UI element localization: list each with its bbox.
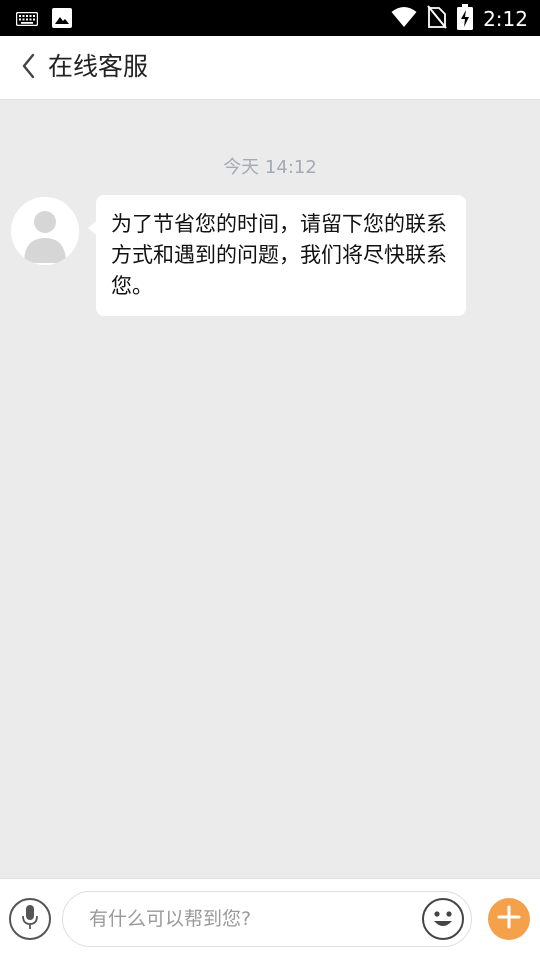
message-timestamp: 今天 14:12 <box>223 157 317 178</box>
status-time: 2:12 <box>483 7 528 31</box>
battery-charging-icon <box>457 4 474 34</box>
status-right-icons: 2:12 <box>391 4 528 34</box>
no-sim-icon <box>427 5 447 33</box>
message-input[interactable] <box>62 891 472 947</box>
status-left-icons <box>15 8 72 32</box>
keyboard-icon <box>15 11 39 30</box>
more-button[interactable] <box>488 898 530 940</box>
image-icon <box>52 8 72 32</box>
chat-area[interactable]: 今天 14:12 为了节省您的时间，请留下您的联系方式和遇到的问题，我们将尽快联… <box>0 100 540 878</box>
chevron-left-icon <box>21 53 35 83</box>
emoji-icon <box>424 911 462 942</box>
default-avatar-icon <box>11 197 79 265</box>
microphone-icon <box>20 904 40 934</box>
app-header: 在线客服 <box>0 36 540 100</box>
voice-button[interactable] <box>9 898 51 940</box>
chat-screen: 2:12 在线客服 今天 14:12 为了节省您的时间，请留下您的联系方式和遇到… <box>0 0 540 960</box>
back-button[interactable] <box>12 48 44 88</box>
emoji-button[interactable] <box>422 898 464 940</box>
agent-avatar[interactable] <box>11 197 79 265</box>
page-title: 在线客服 <box>48 52 149 81</box>
status-bar: 2:12 <box>0 0 540 36</box>
message-bubble[interactable]: 为了节省您的时间，请留下您的联系方式和遇到的问题，我们将尽快联系您。 <box>96 195 466 316</box>
plus-icon <box>497 905 521 933</box>
wifi-icon <box>391 6 417 32</box>
input-bar <box>0 878 540 960</box>
